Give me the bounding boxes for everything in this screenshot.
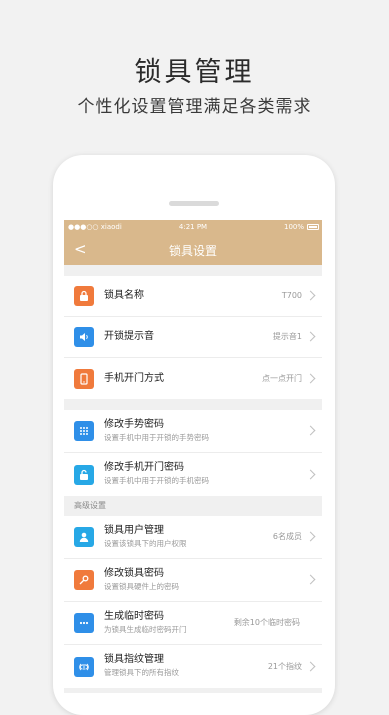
phone-open-method-label: 手机开门方式 (104, 372, 164, 384)
advanced-section-label: 高级设置 (64, 496, 322, 516)
chevron-right-icon (305, 469, 316, 479)
status-bar: ●●●○○ xiaodi 4:21 PM 100% (64, 220, 322, 234)
phone-icon (74, 368, 94, 389)
app-screen: ●●●○○ xiaodi 4:21 PM 100% < 锁具设置 锁具名称 T7… (64, 220, 322, 693)
lock-password-desc: 设置锁具硬件上的密码 (104, 582, 179, 591)
user-management-row[interactable]: 锁具用户管理 设置该锁具下的用户权限 6名成员 (64, 516, 322, 559)
chevron-right-icon (305, 574, 316, 585)
chevron-right-icon (305, 331, 316, 342)
chevron-right-icon (305, 661, 316, 671)
lock-name-value: T700 (281, 291, 302, 300)
section-gap (64, 399, 322, 410)
lock-password-row[interactable]: 修改锁具密码 设置锁具硬件上的密码 (64, 559, 322, 602)
temp-password-label: 生成临时密码 (104, 611, 164, 622)
user-management-desc: 设置该锁具下的用户权限 (104, 539, 187, 548)
temp-password-remaining: 剩余10个临时密码 (233, 618, 300, 627)
unlock-sound-row[interactable]: 开锁提示音 提示音1 (64, 317, 322, 358)
fingerprint-row[interactable]: 锁具指纹管理 管理锁具下的所有指纹 21个指纹 (64, 645, 322, 688)
unlock-sound-label: 开锁提示音 (104, 331, 154, 342)
battery-icon (307, 224, 319, 230)
lock-icon (74, 286, 94, 306)
gesture-password-row[interactable]: 修改手势密码 设置手机中用于开锁的手势密码 (64, 410, 322, 453)
phone-password-label: 修改手机开门密码 (104, 462, 184, 473)
unlock-icon (74, 464, 94, 485)
page-title: 锁具设置 (168, 244, 217, 258)
promo-subtitle: 个性化设置管理满足各类需求 (77, 97, 312, 117)
phone-speaker (169, 201, 219, 206)
phone-open-method-value: 点一点开门 (262, 373, 302, 383)
phone-open-method-row[interactable]: 手机开门方式 点一点开门 (64, 358, 322, 399)
advanced-group: 锁具用户管理 设置该锁具下的用户权限 6名成员 修改锁具密码 设置锁具硬件上的密… (64, 516, 322, 688)
chevron-right-icon (305, 290, 316, 301)
dots-icon (74, 613, 94, 633)
keypad-icon (74, 421, 94, 441)
user-count-value: 6名成员 (272, 532, 302, 541)
basic-settings-group: 锁具名称 T700 开锁提示音 提示音1 手机开门方式 点一点开门 (64, 276, 322, 399)
speaker-icon (74, 327, 94, 347)
lock-name-row[interactable]: 锁具名称 T700 (64, 276, 322, 317)
fingerprint-desc: 管理锁具下的所有指纹 (104, 668, 179, 677)
fingerprint-count-value: 21个指纹 (267, 661, 302, 671)
gesture-password-desc: 设置手机中用于开锁的手势密码 (104, 433, 209, 442)
chevron-right-icon (305, 425, 316, 436)
chevron-right-icon (305, 531, 316, 542)
key-icon (74, 570, 94, 590)
phone-password-row[interactable]: 修改手机开门密码 设置手机中用于开锁的手机密码 (64, 453, 322, 496)
user-management-label: 锁具用户管理 (104, 525, 164, 536)
temp-password-desc: 为锁具生成临时密码开门 (104, 625, 187, 634)
password-group: 修改手势密码 设置手机中用于开锁的手势密码 修改手机开门密码 设置手机中用于开锁… (64, 410, 322, 496)
fingerprint-label: 锁具指纹管理 (104, 654, 164, 665)
user-icon (74, 527, 94, 547)
unlock-sound-value: 提示音1 (272, 332, 302, 341)
battery-percent: 100% (283, 223, 304, 231)
gesture-password-label: 修改手势密码 (104, 419, 164, 430)
lock-name-label: 锁具名称 (104, 290, 144, 301)
promo-title: 锁具管理 (134, 57, 255, 88)
nav-bar: < 锁具设置 (64, 234, 322, 265)
temp-password-row[interactable]: 生成临时密码 为锁具生成临时密码开门 剩余10个临时密码 (64, 602, 322, 645)
phone-password-desc: 设置手机中用于开锁的手机密码 (104, 476, 209, 485)
fingerprint-icon (74, 656, 94, 677)
chevron-right-icon (305, 373, 316, 383)
section-gap (64, 265, 322, 276)
lock-password-label: 修改锁具密码 (104, 568, 164, 579)
